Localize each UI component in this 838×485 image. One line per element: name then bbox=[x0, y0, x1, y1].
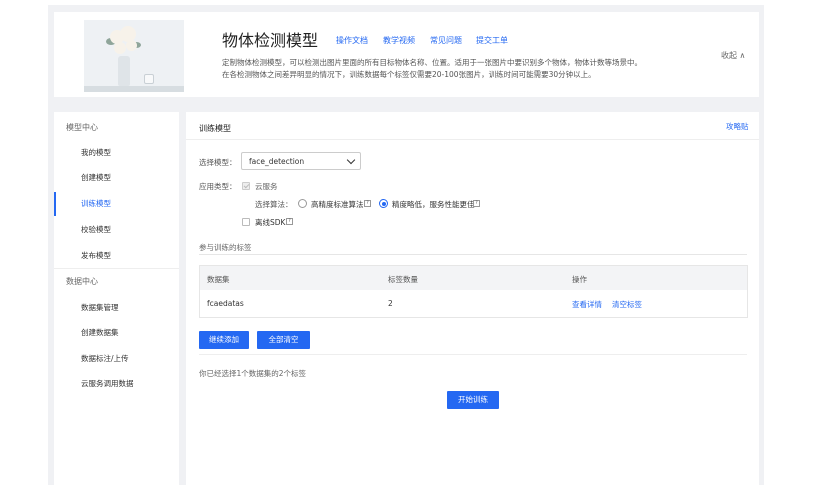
divider bbox=[199, 354, 747, 355]
sidebar-section-model-center: 模型中心 bbox=[66, 123, 98, 132]
ticket-link[interactable]: 提交工单 bbox=[476, 35, 508, 46]
view-details-link[interactable]: 查看详情 bbox=[572, 299, 602, 310]
sidebar-item-validate-model[interactable]: 校验模型 bbox=[81, 224, 111, 235]
cloud-service-label: 云服务 bbox=[255, 182, 278, 191]
select-model-label: 选择模型： bbox=[199, 158, 237, 167]
doc-link[interactable]: 操作文档 bbox=[336, 35, 368, 46]
algo-option-high-precision: 高精度标准算法 bbox=[311, 200, 364, 209]
main-panel: 训练模型 攻略贴 选择模型： face_detection 应用类型： 云服务 … bbox=[186, 112, 759, 485]
sidebar-item-cloud-data[interactable]: 云服务调用数据 bbox=[81, 378, 134, 389]
algo-option-performance: 精度略低，服务性能更佳 bbox=[392, 200, 475, 209]
model-select-value: face_detection bbox=[249, 157, 305, 166]
active-indicator bbox=[54, 192, 56, 216]
divider bbox=[186, 139, 759, 140]
model-description: 定制物体检测模型，可以检测出图片里面的所有目标物体名称、位置。适用于一张图片中要… bbox=[222, 57, 702, 81]
sidebar-item-create-model[interactable]: 创建模型 bbox=[81, 172, 111, 183]
chevron-down-icon bbox=[346, 155, 356, 165]
cloud-service-checkbox[interactable] bbox=[242, 182, 250, 190]
description-line: 在各检测物体之间差异明显的情况下，训练数据每个标签仅需要20-100张图片，训练… bbox=[222, 70, 596, 79]
selection-summary: 你已经选择1个数据集的2个标签 bbox=[199, 369, 307, 378]
sidebar-item-create-dataset[interactable]: 创建数据集 bbox=[81, 327, 119, 338]
flower-shape bbox=[126, 40, 137, 51]
labels-section-title: 参与训练的标签 bbox=[199, 243, 252, 252]
sidebar-item-dataset-management[interactable]: 数据集管理 bbox=[81, 302, 119, 313]
sidebar-item-publish-model[interactable]: 发布模型 bbox=[81, 250, 111, 261]
label-count-cell: 2 bbox=[388, 299, 393, 308]
sidebar-section-data-center: 数据中心 bbox=[66, 277, 98, 286]
start-training-button[interactable]: 开始训练 bbox=[447, 391, 499, 409]
column-header-actions: 操作 bbox=[572, 275, 587, 284]
offline-sdk-checkbox[interactable] bbox=[242, 218, 250, 226]
table-header: 数据集 标签数量 操作 bbox=[200, 266, 747, 290]
model-header-card: 物体检测模型 操作文档 教学视频 常见问题 提交工单 定制物体检测模型，可以检测… bbox=[54, 12, 759, 97]
column-header-label-count: 标签数量 bbox=[388, 275, 418, 284]
sidebar-item-data-labeling[interactable]: 数据标注/上传 bbox=[81, 353, 129, 364]
sidebar: 模型中心 我的模型 创建模型 训练模型 校验模型 发布模型 数据中心 数据集管理… bbox=[54, 112, 179, 485]
section-title: 训练模型 bbox=[199, 124, 231, 133]
column-header-dataset: 数据集 bbox=[207, 275, 230, 284]
algo-radio-high-precision[interactable] bbox=[298, 199, 307, 208]
flower-shape bbox=[114, 42, 126, 54]
page-title: 物体检测模型 bbox=[222, 31, 319, 50]
algo-label: 选择算法： bbox=[255, 200, 293, 209]
offline-sdk-label: 离线SDK bbox=[255, 218, 286, 227]
model-select[interactable]: face_detection bbox=[241, 152, 361, 170]
table-shape bbox=[84, 86, 184, 92]
clear-all-button[interactable]: 全部清空 bbox=[257, 331, 310, 349]
cup-shape bbox=[144, 74, 154, 84]
model-illustration bbox=[84, 20, 184, 92]
sidebar-item-my-models[interactable]: 我的模型 bbox=[81, 147, 111, 158]
video-link[interactable]: 教学视频 bbox=[383, 35, 415, 46]
app-type-label: 应用类型： bbox=[199, 182, 237, 191]
description-line: 定制物体检测模型，可以检测出图片里面的所有目标物体名称、位置。适用于一张图片中要… bbox=[222, 58, 642, 67]
continue-add-button[interactable]: 继续添加 bbox=[199, 331, 249, 349]
clear-labels-link[interactable]: 清空标签 bbox=[612, 299, 642, 310]
help-icon[interactable]: ? bbox=[364, 200, 371, 207]
dataset-cell: fcaedatas bbox=[207, 299, 244, 308]
vase-shape bbox=[118, 56, 130, 86]
divider bbox=[199, 254, 747, 255]
collapse-toggle[interactable]: 收起 ∧ bbox=[721, 50, 745, 61]
help-icon[interactable]: ? bbox=[473, 200, 480, 207]
labels-table: 数据集 标签数量 操作 fcaedatas 2 查看详情 清空标签 bbox=[199, 265, 748, 318]
faq-link[interactable]: 常见问题 bbox=[430, 35, 462, 46]
algo-radio-performance[interactable] bbox=[379, 199, 388, 208]
sidebar-item-train-model[interactable]: 训练模型 bbox=[81, 198, 111, 209]
help-icon[interactable]: ? bbox=[286, 218, 293, 225]
help-link[interactable]: 攻略贴 bbox=[726, 121, 749, 132]
sidebar-divider bbox=[54, 268, 179, 269]
